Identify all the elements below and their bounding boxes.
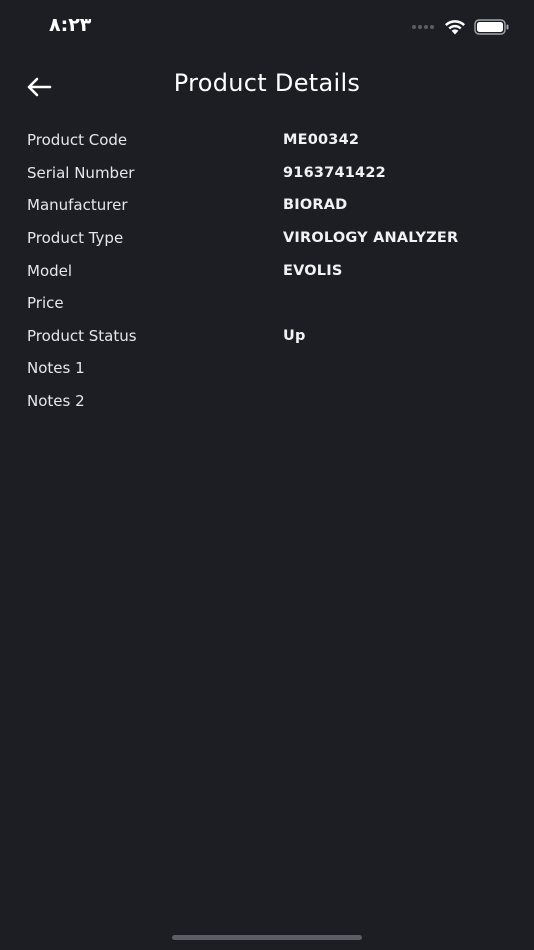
battery-icon: [474, 19, 509, 35]
detail-label: Model: [27, 261, 73, 280]
detail-row-notes-1: Notes 1: [27, 352, 507, 385]
detail-label: Notes 1: [27, 359, 85, 378]
detail-label: Price: [27, 294, 64, 313]
page-title: Product Details: [173, 69, 361, 97]
detail-label: Product Code: [27, 131, 128, 150]
wifi-icon: [445, 20, 465, 35]
status-bar: ٨:٢٣: [0, 0, 534, 56]
detail-row-product-status: Product Status Up: [27, 320, 507, 353]
detail-label: Notes 2: [27, 392, 85, 411]
signal-dots-icon: [412, 25, 434, 29]
detail-row-product-type: Product Type VIROLOGY ANALYZER: [27, 222, 507, 255]
product-details-list: Product Code ME00342 Serial Number 91637…: [27, 124, 507, 417]
detail-value: EVOLIS: [283, 262, 343, 279]
detail-value: Up: [283, 327, 306, 344]
detail-value: BIORAD: [283, 197, 348, 214]
detail-row-notes-2: Notes 2: [27, 385, 507, 418]
detail-label: Product Status: [27, 326, 137, 345]
detail-row-serial-number: Serial Number 9163741422: [27, 157, 507, 190]
detail-value: 9163741422: [283, 164, 386, 181]
detail-value: VIROLOGY ANALYZER: [283, 230, 459, 247]
detail-label: Serial Number: [27, 163, 135, 182]
status-time: ٨:٢٣: [49, 14, 92, 36]
detail-row-product-code: Product Code ME00342: [27, 124, 507, 157]
home-indicator[interactable]: [172, 935, 362, 940]
detail-row-model: Model EVOLIS: [27, 254, 507, 287]
detail-label: Product Type: [27, 229, 124, 248]
header: Product Details: [0, 60, 534, 112]
status-icons: [412, 18, 510, 36]
detail-value: ME00342: [283, 132, 360, 149]
detail-label: Manufacturer: [27, 196, 128, 215]
detail-row-price: Price: [27, 287, 507, 320]
detail-row-manufacturer: Manufacturer BIORAD: [27, 189, 507, 222]
